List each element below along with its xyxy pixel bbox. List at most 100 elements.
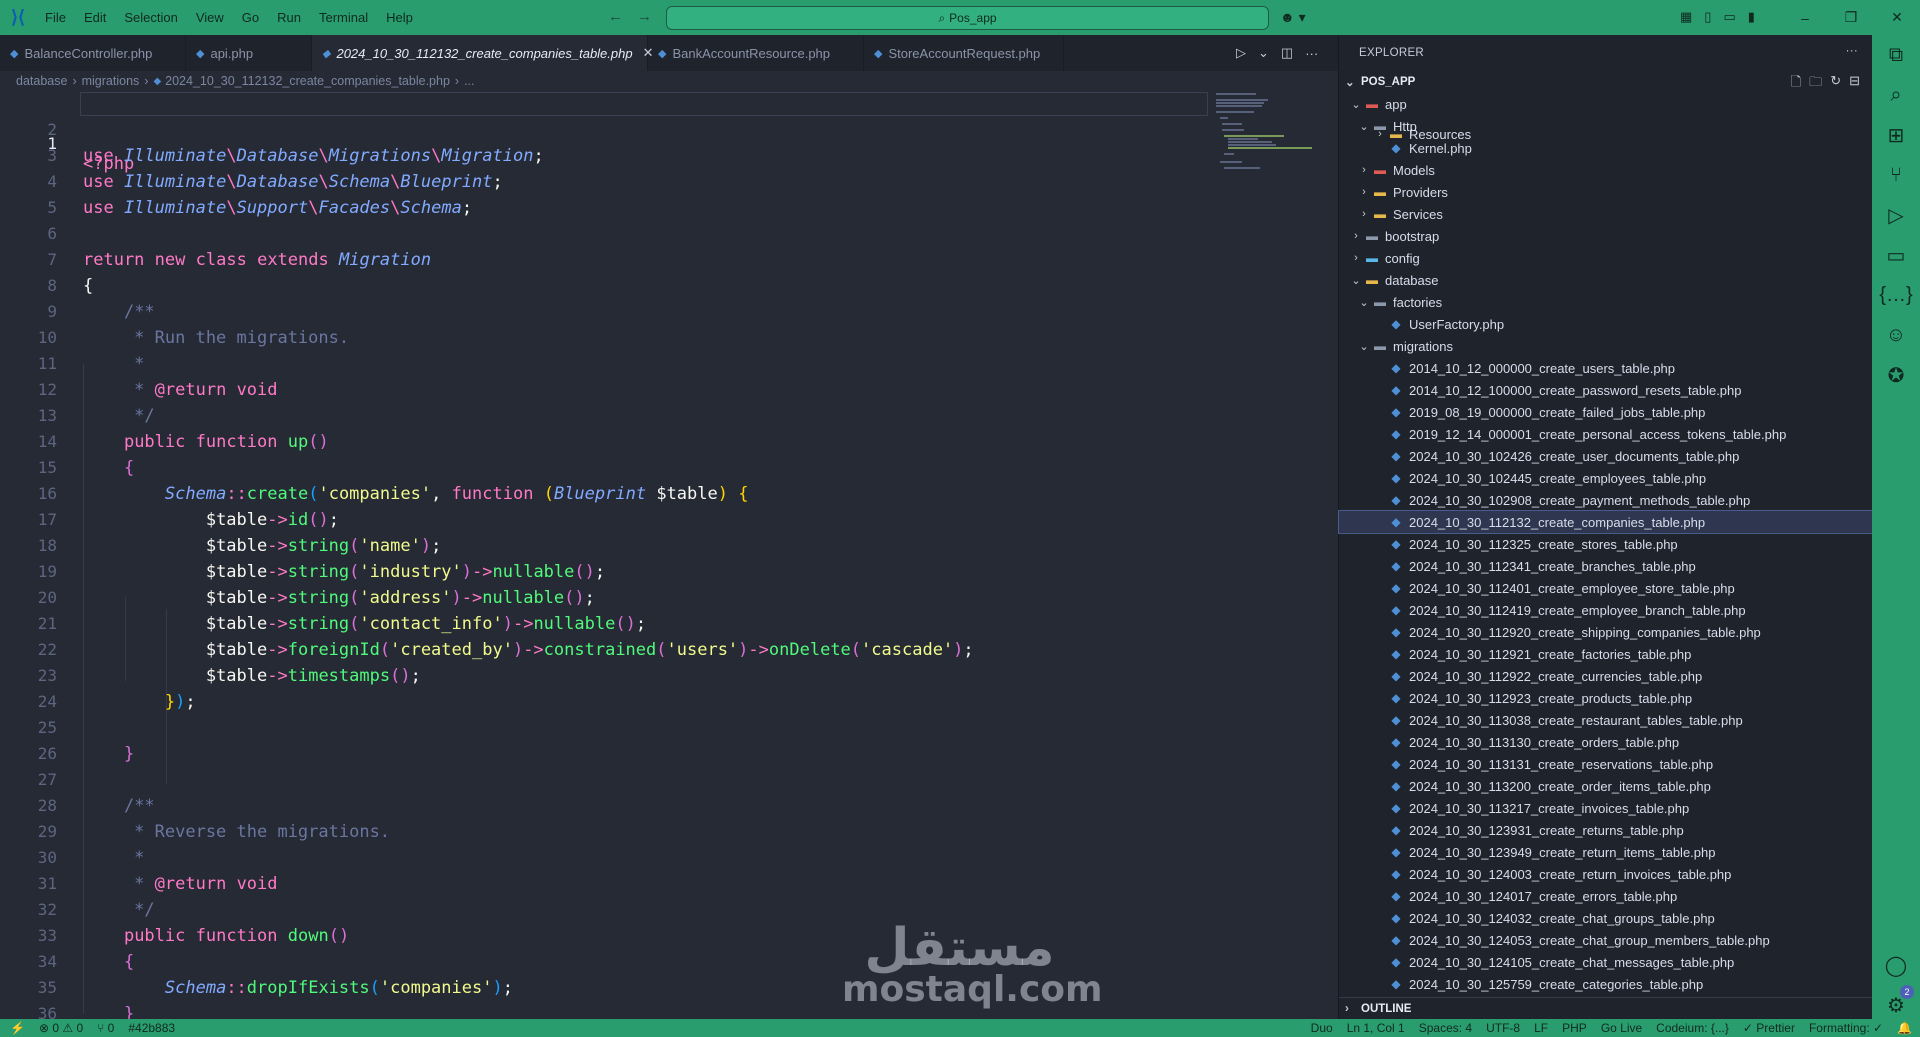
file-item[interactable]: ◆ 2024_10_30_112922_create_currencies_tab… — [1339, 665, 1873, 687]
folder-item[interactable]: ⌄ ▬ database — [1339, 269, 1873, 291]
indentation[interactable]: Spaces: 4 — [1419, 1021, 1472, 1035]
file-item[interactable]: ◆ 2024_10_30_113217_create_invoices_table… — [1339, 797, 1873, 819]
file-item[interactable]: ◆ 2024_10_30_113130_create_orders_table.p… — [1339, 731, 1873, 753]
file-item[interactable]: ◆ 2024_10_30_113200_create_order_items_ta… — [1339, 775, 1873, 797]
more-actions-icon[interactable]: ··· — [1846, 45, 1858, 57]
file-item[interactable]: ◆ 2024_10_30_124105_create_chat_messages_… — [1339, 951, 1873, 973]
cursor-position[interactable]: Ln 1, Col 1 — [1347, 1021, 1405, 1035]
code-editor[interactable]: 1 <?php 2 3 use Illuminate\Database\Migra… — [0, 91, 1338, 1019]
file-item[interactable]: ◆ 2024_10_30_112132_create_companies_tabl… — [1338, 510, 1874, 534]
customize-layout-icon[interactable]: ▦ — [1680, 9, 1692, 25]
menu-run[interactable]: Run — [268, 0, 310, 35]
tab-api[interactable]: ◆ api.php — [186, 35, 312, 71]
formatting-status[interactable]: Formatting: ✓ — [1809, 1021, 1883, 1035]
minimap[interactable] — [1210, 91, 1338, 171]
file-item[interactable]: ◆ 2024_10_30_112419_create_employee_branc… — [1339, 599, 1873, 621]
menu-selection[interactable]: Selection — [115, 0, 186, 35]
explorer-icon[interactable]: ⧉ — [1872, 35, 1920, 75]
new-file-icon[interactable]: 🗋 — [1791, 73, 1801, 95]
folder-item[interactable]: › ▬ Services — [1339, 203, 1873, 225]
folder-item[interactable]: ⌄ ▬ migrations — [1339, 335, 1873, 357]
remote-indicator[interactable]: ⚡ — [10, 1021, 25, 1035]
refresh-icon[interactable]: ↻ — [1830, 73, 1841, 95]
file-item[interactable]: ◆ Kernel.php — [1339, 137, 1873, 159]
restore-icon[interactable]: ❐ — [1828, 0, 1874, 35]
file-item[interactable]: ◆ 2024_10_30_112325_create_stores_table.p… — [1339, 533, 1873, 555]
collapse-all-icon[interactable]: ⊟ — [1849, 73, 1860, 95]
file-item[interactable]: ◆ 2024_10_30_102426_create_user_documents… — [1339, 445, 1873, 467]
theme-indicator[interactable]: Duo — [1311, 1021, 1333, 1035]
close-window-icon[interactable]: ✕ — [1874, 0, 1920, 35]
menu-terminal[interactable]: Terminal — [310, 0, 377, 35]
breadcrumb-database[interactable]: database — [16, 74, 67, 88]
toggle-panel-icon[interactable]: ▭ — [1723, 9, 1735, 25]
file-item[interactable]: ◆ 2024_10_30_124053_create_chat_group_mem… — [1339, 929, 1873, 951]
file-item[interactable]: ◆ 2024_10_30_112401_create_employee_store… — [1339, 577, 1873, 599]
file-item[interactable]: ◆ 2019_08_19_000000_create_failed_jobs_ta… — [1339, 401, 1873, 423]
codeium-status[interactable]: Codeium: {...} — [1656, 1021, 1729, 1035]
file-item[interactable]: ◆ 2024_10_30_125759_create_categories_tab… — [1339, 973, 1873, 995]
problems-indicator[interactable]: ⊗ 0 ⚠ 0 — [39, 1021, 83, 1035]
file-item[interactable]: ◆ 2024_10_30_123931_create_returns_table.… — [1339, 819, 1873, 841]
file-item[interactable]: ◆ 2024_10_30_113038_create_restaurant_tab… — [1339, 709, 1873, 731]
menu-help[interactable]: Help — [377, 0, 422, 35]
prettier-status[interactable]: ✓ Prettier — [1743, 1021, 1795, 1035]
menu-edit[interactable]: Edit — [75, 0, 115, 35]
folder-item[interactable]: ⌄ ▬ app — [1339, 93, 1873, 115]
accounts-icon[interactable]: ◯ — [1872, 945, 1920, 985]
file-item[interactable]: ◆ 2024_10_30_113131_create_reservations_t… — [1339, 753, 1873, 775]
tab-store-account-request[interactable]: ◆ StoreAccountRequest.php — [864, 35, 1064, 71]
file-item[interactable]: ◆ UserFactory.php — [1339, 313, 1873, 335]
run-icon[interactable]: ▷ — [1236, 45, 1246, 61]
folder-item[interactable]: ⌄ ▬ factories — [1339, 291, 1873, 313]
folder-item[interactable]: › ▬ config — [1339, 247, 1873, 269]
copilot-chat-icon[interactable]: ☺ — [1872, 315, 1920, 355]
menu-file[interactable]: File — [36, 0, 75, 35]
arrow-right-icon[interactable]: → — [637, 8, 652, 25]
breadcrumb-file[interactable]: 2024_10_30_112132_create_companies_table… — [165, 74, 450, 88]
search-icon[interactable]: ⌕ — [1872, 75, 1920, 115]
file-item[interactable]: ◆ 2014_10_12_000000_create_users_table.ph… — [1339, 357, 1873, 379]
tab-bank-account-resource[interactable]: ◆ BankAccountResource.php — [648, 35, 864, 71]
new-folder-icon[interactable]: 🗀 — [1809, 73, 1822, 95]
file-item[interactable]: ◆ 2024_10_30_102908_create_payment_method… — [1339, 489, 1873, 511]
extensions-icon[interactable]: ⊞ — [1872, 115, 1920, 155]
end-of-line[interactable]: LF — [1534, 1021, 1548, 1035]
file-item[interactable]: ◆ 2024_10_30_112923_create_products_table… — [1339, 687, 1873, 709]
bell-icon[interactable]: 🔔 — [1897, 1021, 1912, 1035]
file-item[interactable]: ◆ 2024_10_30_124017_create_errors_table.p… — [1339, 885, 1873, 907]
tab-balance-controller[interactable]: ◆ BalanceController.php — [0, 35, 186, 71]
copilot-icon[interactable]: ☻ ▾ — [1280, 9, 1306, 26]
arrow-left-icon[interactable]: ← — [608, 8, 623, 25]
breadcrumb-migrations[interactable]: migrations — [82, 74, 140, 88]
encoding[interactable]: UTF-8 — [1486, 1021, 1520, 1035]
breadcrumb-symbol[interactable]: ... — [464, 74, 474, 88]
tab-create-companies-table[interactable]: ◆ 2024_10_30_112132_create_companies_tab… — [312, 35, 654, 71]
go-live-button[interactable]: Go Live — [1601, 1021, 1642, 1035]
file-item[interactable]: ◆ 2024_10_30_124003_create_return_invoice… — [1339, 863, 1873, 885]
ports-indicator[interactable]: ⑂ 0 — [97, 1021, 114, 1035]
commit-indicator[interactable]: #42b883 — [128, 1021, 175, 1035]
file-item[interactable]: ◆ 2024_10_30_112921_create_factories_tabl… — [1339, 643, 1873, 665]
file-item[interactable]: ◆ 2024_10_30_124032_create_chat_groups_ta… — [1339, 907, 1873, 929]
file-item[interactable]: ◆ 2019_12_14_000001_create_personal_acces… — [1339, 423, 1873, 445]
menu-go[interactable]: Go — [233, 0, 268, 35]
file-item[interactable]: ◆ 2024_10_30_123949_create_return_items_t… — [1339, 841, 1873, 863]
toggle-primary-sidebar-icon[interactable]: ▯ — [1704, 9, 1711, 25]
split-editor-icon[interactable]: ◫ — [1281, 45, 1293, 61]
file-item[interactable]: ◆ 2024_10_30_112920_create_shipping_compa… — [1339, 621, 1873, 643]
file-item[interactable]: ◆ 2024_10_30_112341_create_branches_table… — [1339, 555, 1873, 577]
folder-item[interactable]: › ▬ Providers — [1339, 181, 1873, 203]
more-actions-icon[interactable]: ··· — [1305, 46, 1318, 61]
menu-view[interactable]: View — [187, 0, 233, 35]
file-item[interactable]: ◆ 2024_10_30_102445_create_employees_tabl… — [1339, 467, 1873, 489]
folder-item[interactable]: › ▬ bootstrap — [1339, 225, 1873, 247]
minimize-icon[interactable]: – — [1782, 0, 1828, 35]
run-debug-icon[interactable]: ▷ — [1872, 195, 1920, 235]
editor-scrollbar[interactable] — [1326, 91, 1338, 1019]
python-icon[interactable]: ✪ — [1872, 355, 1920, 395]
toggle-secondary-sidebar-icon[interactable]: ▮ — [1748, 9, 1755, 25]
command-center-search[interactable]: ⌕ Pos_app — [666, 6, 1269, 30]
chevron-down-icon[interactable]: ⌄ — [1258, 45, 1269, 61]
remote-explorer-icon[interactable]: ▭ — [1872, 235, 1920, 275]
